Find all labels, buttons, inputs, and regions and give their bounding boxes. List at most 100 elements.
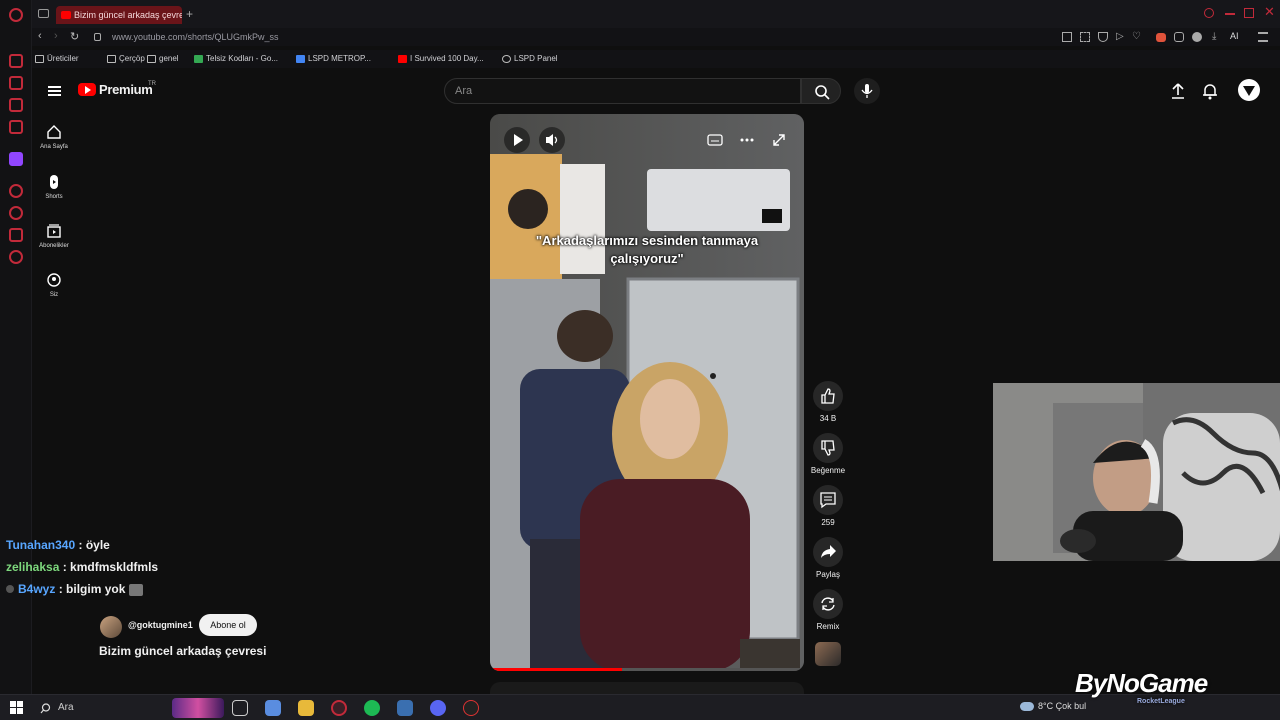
app-taskbar-icon[interactable]: [463, 700, 479, 716]
heart-icon[interactable]: ♡: [1132, 31, 1141, 42]
opera-taskbar-icon[interactable]: [331, 700, 347, 716]
dislike-button[interactable]: Beğenme: [808, 433, 848, 475]
sidebar-app-icon[interactable]: [9, 54, 23, 68]
store-icon[interactable]: [265, 700, 281, 716]
folder-icon: [35, 55, 44, 63]
close-icon[interactable]: ✕: [1264, 4, 1275, 20]
back-icon[interactable]: ‹: [38, 30, 42, 42]
spotify-icon[interactable]: [364, 700, 380, 716]
menu-icon[interactable]: [1258, 32, 1268, 42]
tab-bar: Bizim güncel arkadaş çevresi + ✕: [32, 0, 1280, 30]
bookmark-folder[interactable]: Üreticiler: [35, 53, 79, 65]
minimize-icon[interactable]: [1225, 13, 1235, 15]
reload-icon[interactable]: ↻: [70, 30, 79, 43]
extensions-icon[interactable]: [9, 228, 23, 242]
guide-item-you[interactable]: Siz: [32, 268, 76, 312]
channel-handle[interactable]: @goktugmine1: [128, 620, 193, 630]
voice-search-button[interactable]: [854, 78, 880, 104]
guide-item-shorts[interactable]: Shorts: [32, 170, 76, 214]
maximize-icon[interactable]: [1244, 8, 1254, 18]
guide-item-home[interactable]: Ana Sayfa: [32, 120, 76, 164]
chat-username: Tunahan340: [6, 538, 76, 552]
notifications-button[interactable]: [1202, 82, 1218, 100]
volume-button[interactable]: [539, 127, 565, 153]
settings-icon[interactable]: [9, 250, 23, 264]
bookmark-link[interactable]: Telsiz Kodları - Go...: [194, 53, 278, 65]
player-icon[interactable]: [9, 184, 23, 198]
remix-button[interactable]: Remix: [808, 589, 848, 631]
twitch-icon[interactable]: [9, 152, 23, 166]
opera-logo-icon[interactable]: [9, 8, 23, 22]
upload-button[interactable]: [1170, 82, 1186, 100]
logo-text: Premium: [99, 82, 153, 97]
search-input[interactable]: Ara: [444, 78, 801, 104]
snapshot-icon[interactable]: [1080, 32, 1090, 42]
video-caption: "Arkadaşlarımızı sesinden tanımaya çalış…: [535, 233, 759, 266]
sidebar-app-icon[interactable]: [9, 98, 23, 112]
bell-icon: [1203, 84, 1217, 100]
profile-icon[interactable]: [1192, 32, 1202, 42]
watermark-subtext: RocketLeague: [1137, 698, 1185, 705]
fullscreen-button[interactable]: [766, 127, 792, 153]
bookmark-folder[interactable]: Çerçöp: [107, 53, 145, 65]
bookmark-page-icon[interactable]: [1062, 32, 1072, 42]
tab-overview-icon[interactable]: [38, 9, 49, 18]
sound-thumbnail[interactable]: [815, 642, 841, 666]
play-icon[interactable]: ▷: [1116, 31, 1124, 42]
bookmark-link[interactable]: I Survived 100 Day...: [398, 53, 484, 65]
sidebar-app-icon[interactable]: [9, 76, 23, 90]
new-tab-icon[interactable]: +: [186, 7, 193, 21]
chat-text: : kmdfmskldfmls: [62, 560, 159, 574]
extension-icon[interactable]: [1156, 33, 1166, 42]
bookmark-folder[interactable]: genel: [147, 53, 179, 65]
search-button[interactable]: [801, 78, 841, 104]
file-explorer-icon[interactable]: [298, 700, 314, 716]
url-field[interactable]: www.youtube.com/shorts/QLUGmkPw_ss: [112, 28, 279, 46]
docs-icon: [296, 55, 305, 63]
shield-icon[interactable]: [1098, 32, 1108, 42]
comments-button[interactable]: 259: [808, 485, 848, 527]
ai-button[interactable]: AI: [1230, 31, 1239, 41]
hamburger-menu-icon[interactable]: [48, 86, 61, 96]
forward-icon[interactable]: ›: [54, 30, 58, 42]
home-icon: [47, 125, 61, 139]
search-highlight-image[interactable]: [172, 698, 224, 718]
app-taskbar-icon[interactable]: [397, 700, 413, 716]
history-icon[interactable]: [9, 206, 23, 220]
windows-start-icon[interactable]: [10, 701, 24, 715]
shorts-video-player[interactable]: "Arkadaşlarımızı sesinden tanımaya çalış…: [490, 114, 804, 671]
tab-search-icon[interactable]: [1204, 8, 1214, 18]
next-video-preview[interactable]: [490, 682, 804, 694]
guide-item-subscriptions[interactable]: Abonelikler: [32, 219, 76, 263]
sidebar-app-icon[interactable]: [9, 120, 23, 134]
chat-badge-icon: [6, 585, 14, 593]
extensions-puzzle-icon[interactable]: [1174, 32, 1184, 42]
chat-message: zelihaksa : kmdfmskldfmls: [6, 560, 158, 574]
subscribe-button[interactable]: Abone ol: [199, 614, 257, 636]
captions-button[interactable]: [702, 127, 728, 153]
bookmarks-bar: Üreticiler Çerçöp genel Telsiz Kodları -…: [32, 50, 1280, 68]
discord-icon[interactable]: [430, 700, 446, 716]
chat-message: Tunahan340 : öyle: [6, 538, 110, 552]
more-options-button[interactable]: [734, 127, 760, 153]
globe-icon: [502, 55, 511, 63]
share-button[interactable]: Paylaş: [808, 537, 848, 579]
play-button[interactable]: [504, 127, 530, 153]
tab-active[interactable]: Bizim güncel arkadaş çevresi: [56, 6, 182, 24]
task-view-icon[interactable]: [232, 700, 248, 716]
streamer-webcam: [993, 383, 1280, 561]
youtube-favicon-icon: [61, 11, 71, 19]
tab-title: Bizim güncel arkadaş çevresi: [74, 10, 182, 20]
bookmark-link[interactable]: LSPD METROP...: [296, 53, 371, 65]
account-avatar[interactable]: [1238, 79, 1260, 101]
bookmark-link[interactable]: LSPD Panel: [502, 53, 558, 65]
play-icon: [514, 134, 523, 146]
taskbar-search[interactable]: Ara: [32, 698, 166, 718]
video-progress-bar[interactable]: [490, 668, 804, 671]
weather-widget[interactable]: 8°C Çok bul: [1020, 701, 1086, 712]
video-frame-image: [490, 114, 804, 671]
download-icon[interactable]: ⤓: [1212, 31, 1216, 42]
like-button[interactable]: 34 B: [808, 381, 848, 423]
channel-avatar[interactable]: [100, 616, 122, 638]
guide-label: Ana Sayfa: [40, 144, 68, 150]
